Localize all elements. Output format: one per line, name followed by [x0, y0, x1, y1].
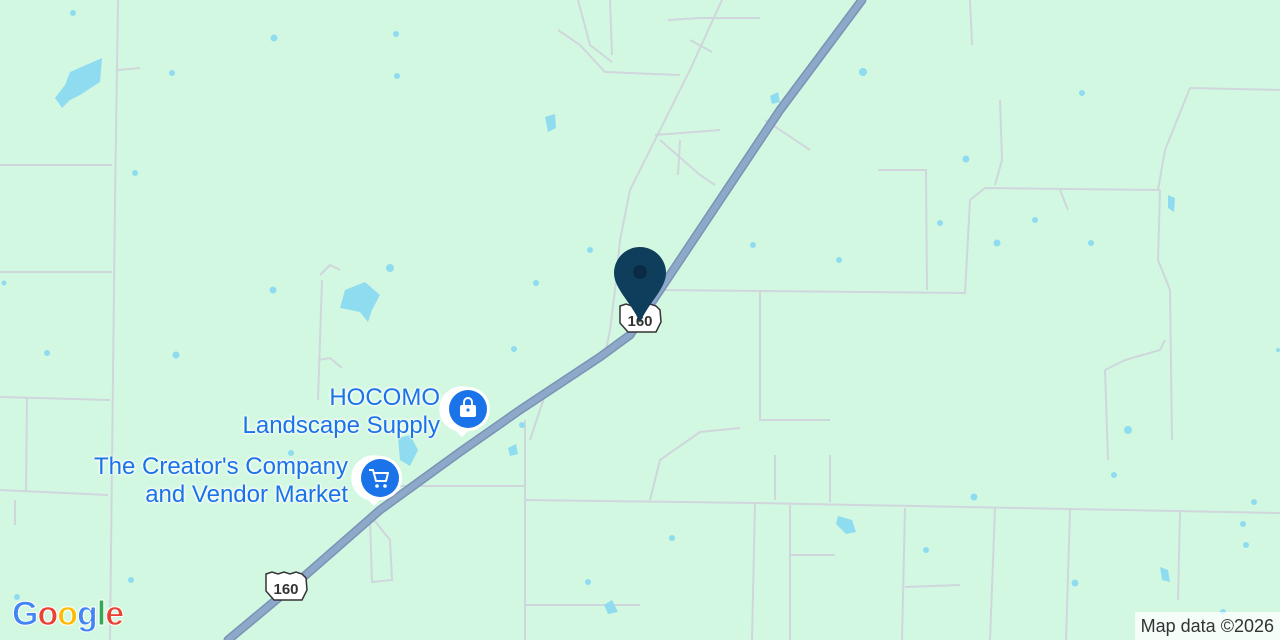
google-logo-letter: e: [105, 595, 125, 634]
poi-creators-company-subtitle: and Vendor Market: [145, 481, 348, 508]
poi-creators-company-label[interactable]: The Creator's Company and Vendor Market: [94, 453, 348, 509]
poi-hocomo-name: HOCOMO: [329, 384, 440, 411]
google-logo-letter: G: [11, 595, 38, 634]
map-attribution[interactable]: Map data ©2026: [1134, 612, 1280, 640]
poi-hocomo-label[interactable]: HOCOMO Landscape Supply: [243, 384, 440, 440]
google-logo-letter: g: [77, 595, 99, 634]
poi-hocomo-subtitle: Landscape Supply: [242, 412, 440, 439]
google-logo-letter: o: [37, 595, 59, 634]
highway-shield-bottom-label: 160: [273, 581, 298, 598]
highway-shield-bottom: 160: [265, 571, 308, 601]
map-canvas[interactable]: 160 160: [0, 0, 1280, 640]
poi-creators-company-name: The Creator's Company: [93, 453, 348, 480]
google-logo-letter: l: [96, 595, 107, 634]
google-logo: Google: [11, 595, 125, 634]
google-logo-letter: o: [57, 595, 79, 634]
